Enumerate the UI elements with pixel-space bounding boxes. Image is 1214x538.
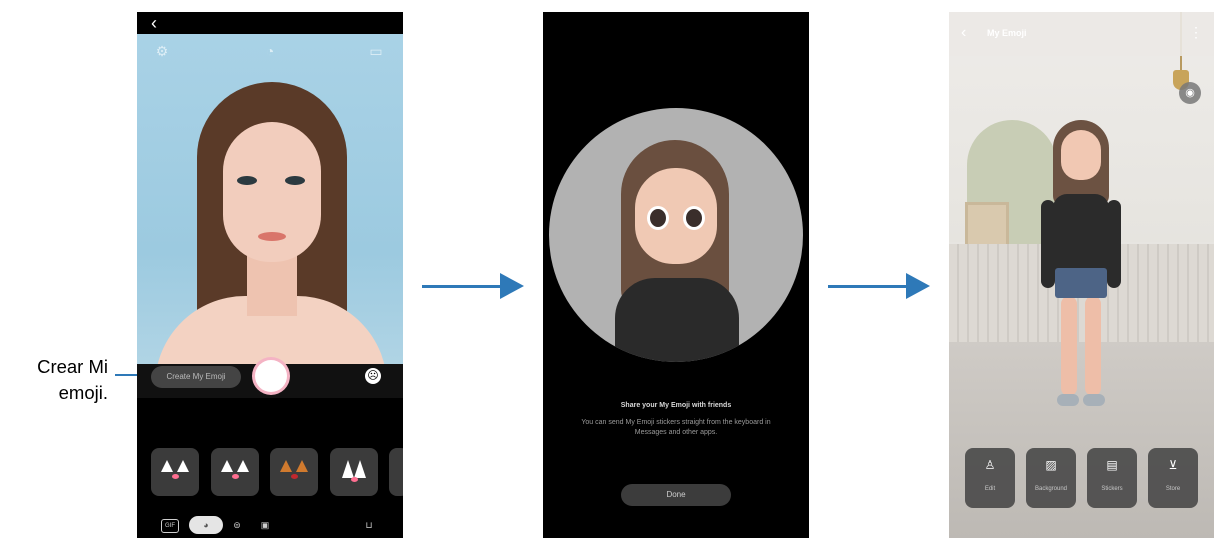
store-button[interactable]: ⊻ Store (1148, 448, 1198, 508)
edit-label: Edit (984, 486, 996, 492)
avatar-leg-right (1085, 296, 1101, 396)
edit-button[interactable]: ♙ Edit (965, 448, 1015, 508)
sticker-mode-icon[interactable]: ◕ (189, 516, 223, 534)
shutter-button[interactable] (255, 360, 287, 392)
subject-eye-right (285, 176, 305, 185)
gif-icon[interactable]: GIF (161, 519, 179, 533)
avatar-body (615, 278, 739, 362)
stickers-button[interactable]: ▤ Stickers (1087, 448, 1137, 508)
callout-line2: emoji. (58, 382, 108, 403)
ar-mode-icon[interactable]: ⊜ (229, 516, 245, 534)
avatar-face (1061, 130, 1101, 180)
callout-line1: Crear Mi (37, 356, 108, 377)
share-description: You can send My Emoji stickers straight … (581, 419, 771, 436)
page-title: My Emoji (987, 28, 1027, 38)
ratio-icon[interactable]: ▭ (365, 40, 387, 62)
subject-eye-left (237, 176, 257, 185)
more-options-icon[interactable]: ⋮ (1189, 24, 1203, 41)
dog-sticker[interactable] (270, 448, 318, 496)
cat-sticker[interactable] (151, 448, 199, 496)
bunny-sticker[interactable] (330, 448, 378, 496)
avatar-shorts (1055, 268, 1107, 298)
subject-face (223, 122, 321, 262)
avatar-preview-circle (549, 108, 803, 362)
more-sticker[interactable] (389, 448, 403, 496)
background-label: Background (1034, 486, 1068, 492)
store-label: Store (1165, 486, 1181, 492)
fox-sticker[interactable] (211, 448, 259, 496)
background-button[interactable]: ▨ Background (1026, 448, 1076, 508)
image-icon: ▨ (1045, 458, 1057, 472)
avatar-leg-left (1061, 296, 1077, 396)
flow-arrow-1-head (500, 273, 524, 299)
store-icon[interactable]: ⊔ (361, 516, 377, 534)
settings-icon[interactable]: ⚙ (151, 40, 173, 62)
create-my-emoji-button[interactable]: Create My Emoji (151, 366, 241, 388)
camera-switch-icon[interactable]: ◉ (1179, 82, 1201, 104)
my-emoji-icon[interactable]: ▣ (257, 516, 273, 534)
person-icon: ♙ (984, 458, 996, 472)
emoji-face-icon[interactable]: ☹ (365, 368, 381, 384)
flow-arrow-2-head (906, 273, 930, 299)
mode-bar: GIF ◕ ⊜ ▣ ⊔ (137, 512, 403, 538)
phone-screen-camera: ‹ ⚙ ◔ ▭ Create My Emoji ☹ GIF ◕ ⊜ ▣ ⊔ (137, 12, 403, 538)
avatar-torso (1053, 194, 1109, 274)
sticker-icon: ▤ (1106, 458, 1118, 472)
avatar-arm-right (1107, 200, 1121, 288)
back-icon[interactable]: ‹ (961, 24, 966, 42)
room-floor (949, 342, 1214, 538)
done-button[interactable]: Done (621, 484, 731, 506)
avatar-eye-left (647, 206, 669, 230)
phone-screen-share: Share your My Emoji with friends You can… (543, 12, 809, 538)
avatar-shoe-right (1083, 394, 1105, 406)
cart-icon: ⊻ (1168, 458, 1178, 472)
phone-screen-my-emoji: ‹ My Emoji ⋮ ◉ ♙ Edit ▨ Background ▤ Sti… (949, 12, 1214, 538)
camera-preview: ⚙ ◔ ▭ (137, 34, 403, 398)
timer-icon[interactable]: ◔ (259, 40, 281, 62)
stickers-label: Stickers (1101, 486, 1123, 492)
flow-arrow-2-line (828, 285, 910, 288)
back-icon[interactable]: ‹ (151, 13, 157, 34)
subject-lips (258, 232, 286, 241)
top-bar: ‹ (137, 12, 403, 34)
flow-arrow-1-line (422, 285, 504, 288)
callout-label: Crear Mi emoji. (0, 354, 108, 406)
avatar-shoe-left (1057, 394, 1079, 406)
share-title: Share your My Emoji with friends (620, 402, 732, 409)
avatar-eye-right (683, 206, 705, 230)
